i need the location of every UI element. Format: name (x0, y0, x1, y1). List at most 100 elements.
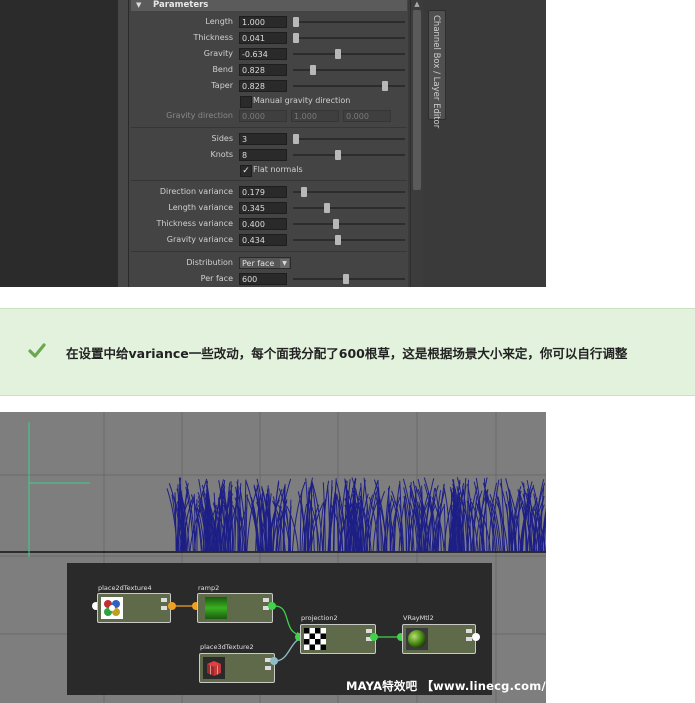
slider-handle[interactable] (334, 49, 341, 59)
checkmark-icon (28, 343, 46, 358)
node-place2dtexture[interactable] (97, 593, 171, 623)
attr-slider[interactable] (293, 150, 405, 160)
tip-banner: 在设置中给variance一些改动，每个面我分配了600根草，这是根据场景大小来… (0, 308, 695, 396)
attr-label: Knots (210, 150, 233, 159)
attr-row-per-face: Per face 600 (131, 272, 407, 286)
attr-slider[interactable] (293, 187, 405, 197)
attr-label: Taper (211, 81, 233, 90)
distribution-value: Per face (242, 259, 275, 268)
slider-handle[interactable] (293, 33, 300, 43)
scroll-thumb[interactable] (413, 10, 421, 190)
attr-slider[interactable] (293, 81, 405, 91)
channel-box-tab[interactable]: Channel Box / Layer Editor (428, 10, 446, 128)
attr-label: Direction variance (159, 187, 233, 196)
flat-normals-checkbox[interactable]: ✓ (240, 165, 252, 177)
port-projection-out[interactable] (370, 633, 378, 641)
attr-value-field[interactable]: 0.434 (239, 234, 287, 246)
collapse-triangle-icon[interactable]: ▼ (136, 0, 141, 11)
attr-label: Gravity (203, 49, 233, 58)
attr-row-gravity: Gravity -0.634 (131, 47, 407, 61)
attr-value-field[interactable]: 0.828 (239, 64, 287, 76)
watermark: MAYA特效吧 【www.linecg.com/tieba/1745】 (346, 679, 630, 693)
attr-slider[interactable] (293, 65, 405, 75)
projection-checker-icon (304, 628, 326, 650)
attr-value-field[interactable]: 1.000 (239, 16, 287, 28)
tip-message: 在设置中给variance一些改动，每个面我分配了600根草，这是根据场景大小来… (66, 346, 628, 361)
node-ramp[interactable] (197, 593, 273, 623)
attr-label: Thickness variance (156, 219, 233, 228)
attr-slider[interactable] (293, 274, 405, 284)
node-plug[interactable] (161, 598, 167, 602)
node-plug[interactable] (265, 666, 271, 670)
attr-label: Sides (211, 134, 233, 143)
slider-handle[interactable] (342, 274, 349, 284)
node-label-place3d: place3dTexture2 (200, 643, 254, 651)
port-ramp-out[interactable] (268, 602, 276, 610)
attr-row-length: Length 1.000 (131, 15, 407, 29)
manual-gravity-checkbox[interactable] (240, 96, 252, 108)
attr-value-field[interactable]: 600 (239, 273, 287, 285)
manual-gravity-label: Manual gravity direction (253, 96, 351, 105)
attr-label: Thickness (193, 33, 233, 42)
node-plug[interactable] (161, 606, 167, 610)
gravity-direction-field: 0.000 (239, 110, 287, 122)
node-plug[interactable] (263, 598, 269, 602)
slider-handle[interactable] (334, 235, 341, 245)
attr-row-thickness: Thickness 0.041 (131, 31, 407, 45)
attr-label: Bend (212, 65, 233, 74)
left-dark-region (0, 0, 118, 287)
attr-value-field[interactable]: 0.345 (239, 202, 287, 214)
vray-material-sphere-icon (406, 628, 428, 650)
slider-handle[interactable] (332, 219, 339, 229)
attr-slider[interactable] (293, 33, 405, 43)
vertical-scrollbar[interactable]: ▲ (410, 0, 423, 287)
attr-value-field[interactable]: -0.634 (239, 48, 287, 60)
attr-row-direction-variance: Direction variance 0.179 (131, 185, 407, 199)
slider-handle[interactable] (293, 134, 300, 144)
slider-handle[interactable] (293, 17, 300, 27)
attr-slider[interactable] (293, 219, 405, 229)
place3d-cube-icon (203, 657, 225, 679)
panel-divider[interactable] (118, 0, 129, 287)
ramp-texture-icon (205, 597, 227, 619)
slider-handle[interactable] (301, 187, 308, 197)
slider-handle[interactable] (323, 203, 330, 213)
node-plug[interactable] (366, 629, 372, 633)
attr-slider[interactable] (293, 235, 405, 245)
attr-value-field[interactable]: 3 (239, 133, 287, 145)
port-place2d-out[interactable] (168, 602, 176, 610)
slider-handle[interactable] (310, 65, 317, 75)
attr-value-field[interactable]: 8 (239, 149, 287, 161)
attr-row-sides: Sides 3 (131, 132, 407, 146)
node-vraymtl[interactable] (402, 624, 476, 654)
dropdown-arrow-icon[interactable]: ▼ (280, 259, 289, 268)
slider-handle[interactable] (334, 150, 341, 160)
scroll-up-icon[interactable]: ▲ (413, 0, 421, 8)
hypershade-graph[interactable]: place2dTexture4 ramp2 projection2 VRayMt… (67, 563, 492, 695)
attr-slider[interactable] (293, 49, 405, 59)
attr-value-field[interactable]: 0.828 (239, 80, 287, 92)
node-place3dtexture[interactable] (199, 653, 275, 683)
flat-normals-label: Flat normals (253, 165, 303, 174)
slider-handle[interactable] (381, 81, 388, 91)
grass-field (166, 477, 546, 553)
attr-value-field[interactable]: 0.400 (239, 218, 287, 230)
place2d-texture-icon (101, 597, 123, 619)
attr-slider[interactable] (293, 203, 405, 213)
attr-slider[interactable] (293, 17, 405, 27)
attr-slider[interactable] (293, 134, 405, 144)
distribution-dropdown[interactable]: Per face ▼ (239, 257, 291, 269)
parameters-section-header[interactable]: ▼ Parameters (131, 0, 407, 11)
attr-row-bend: Bend 0.828 (131, 63, 407, 77)
port-place3d-out[interactable] (270, 657, 278, 665)
section-title: Parameters (153, 0, 209, 10)
port-vray-out[interactable] (472, 633, 480, 641)
attr-value-field[interactable]: 0.041 (239, 32, 287, 44)
node-plug[interactable] (466, 629, 472, 633)
attr-value-field[interactable]: 0.179 (239, 186, 287, 198)
node-projection[interactable] (300, 624, 376, 654)
node-label-projection: projection2 (301, 614, 338, 622)
node-label-ramp: ramp2 (198, 584, 220, 592)
attr-row-gravity-variance: Gravity variance 0.434 (131, 233, 407, 247)
section-separator (131, 180, 407, 181)
